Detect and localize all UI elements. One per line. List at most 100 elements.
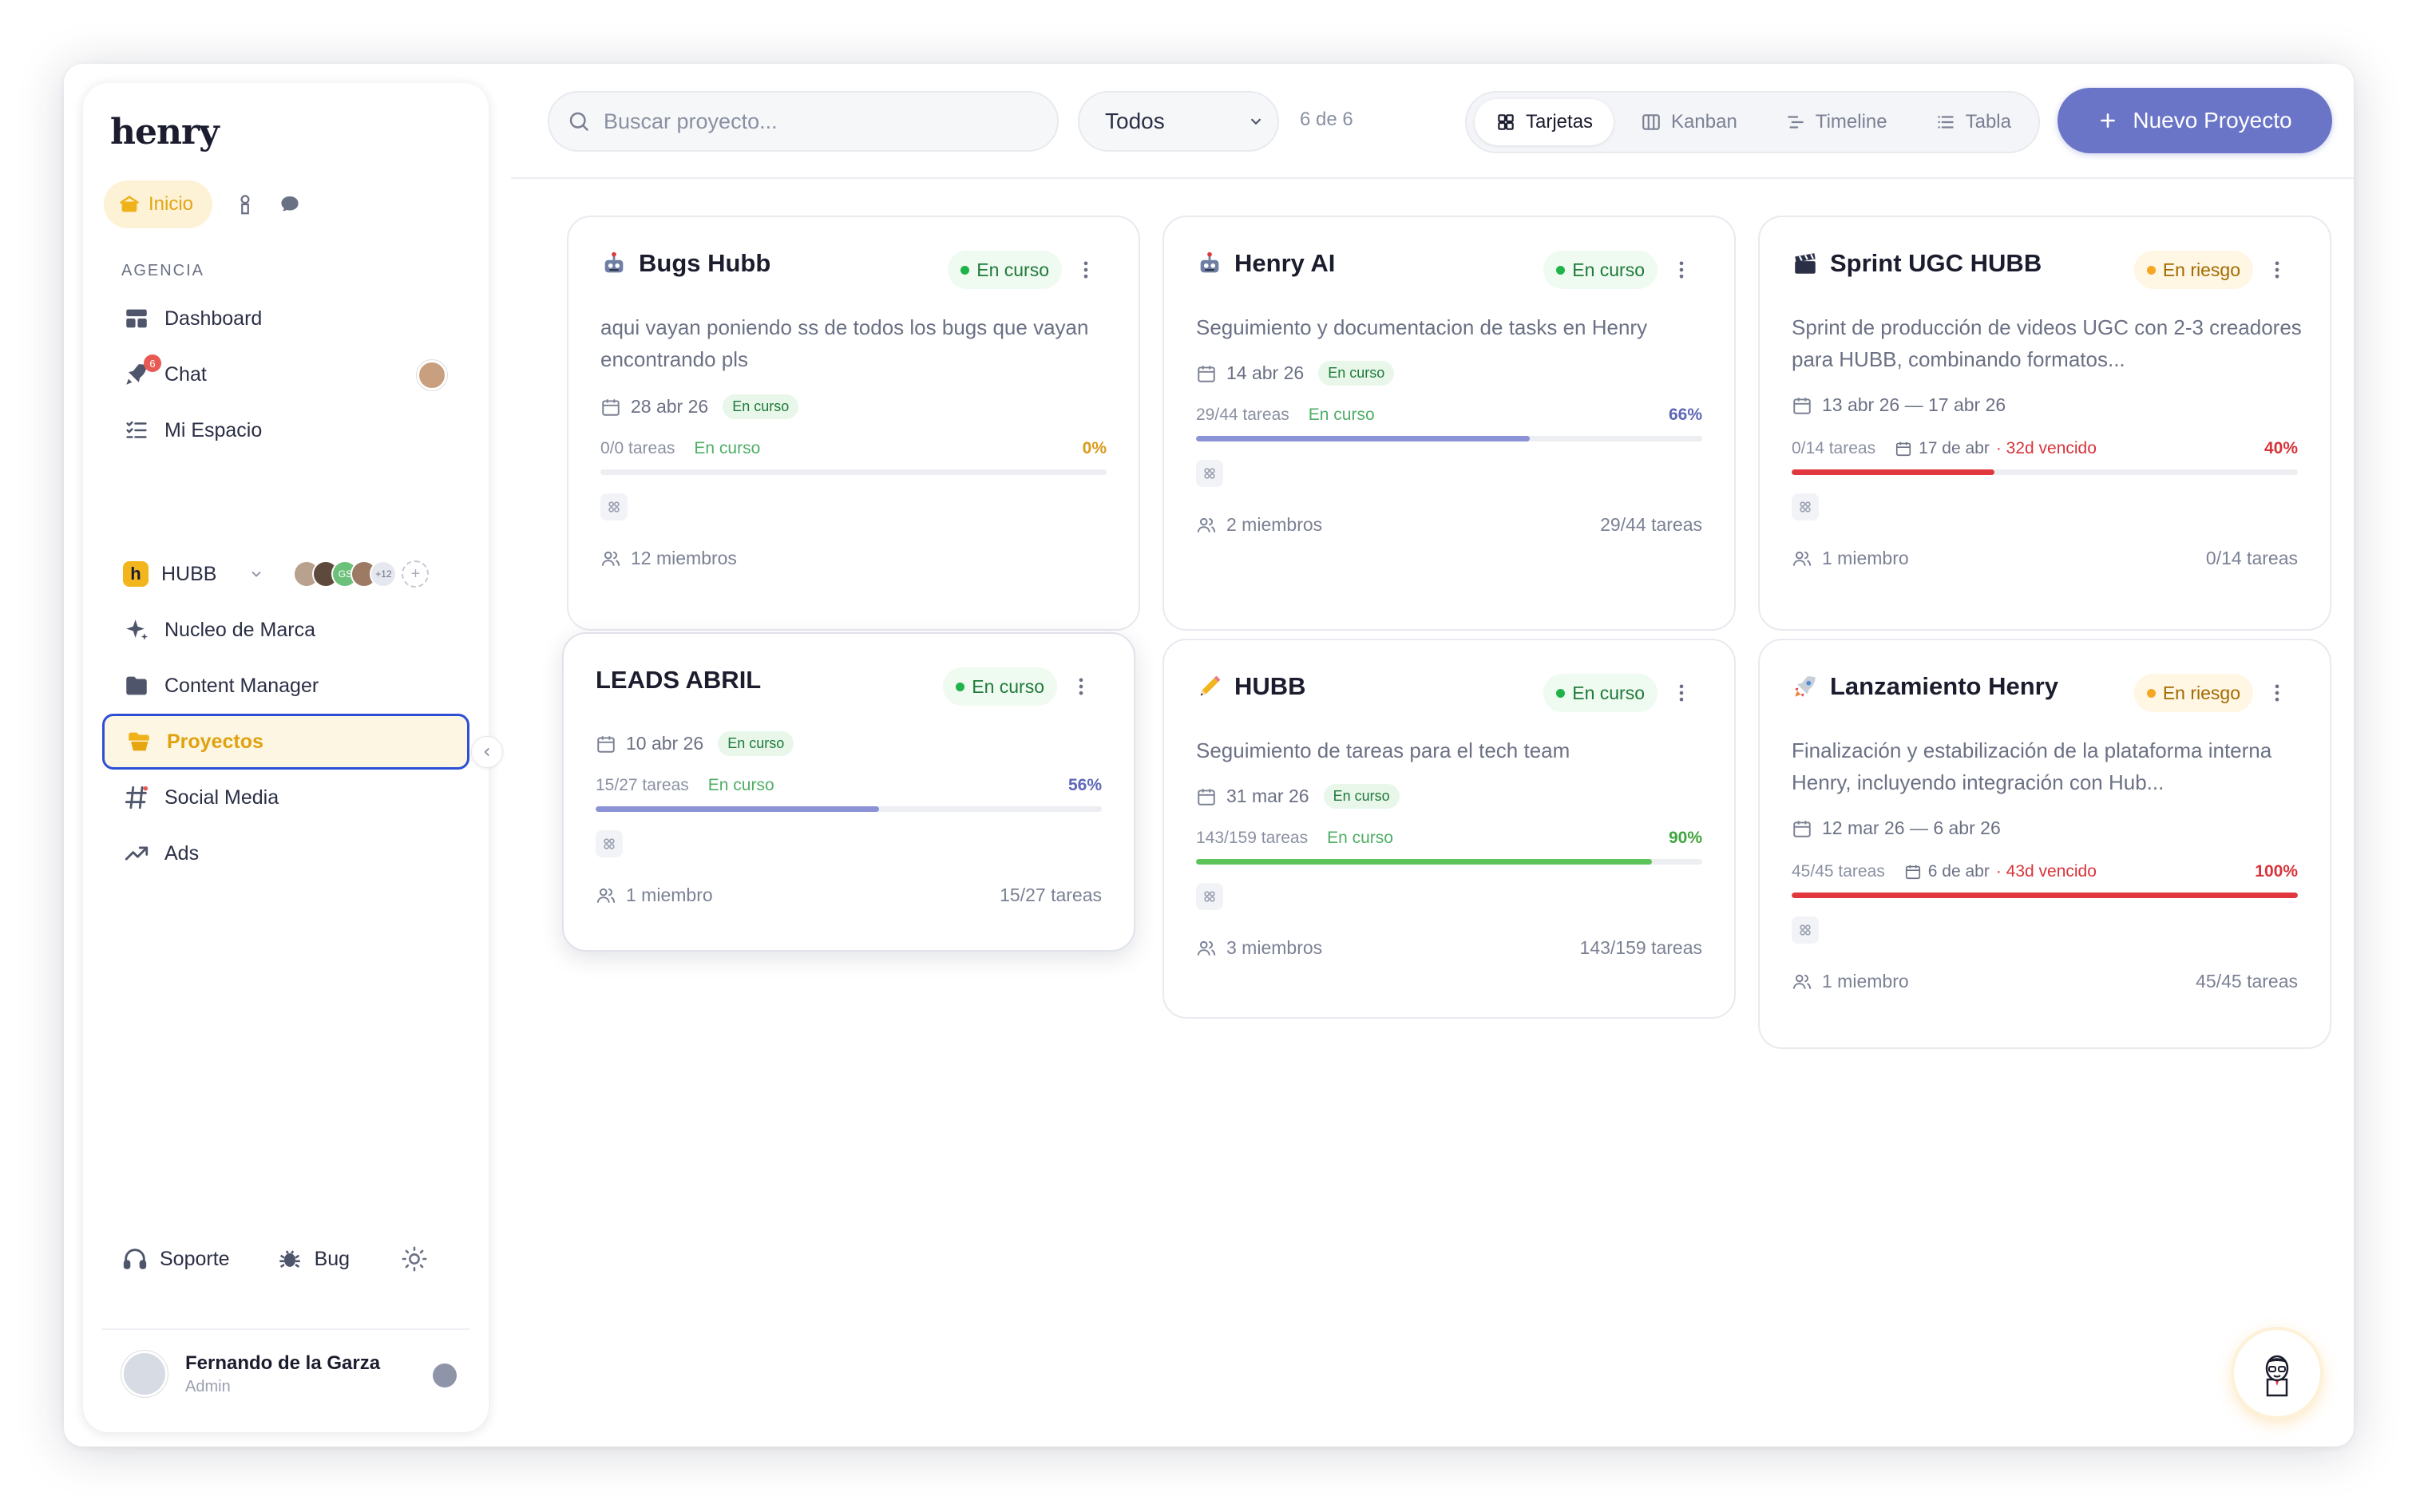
bug-report-link[interactable]: Bug xyxy=(276,1245,350,1273)
project-title: LEADS ABRIL xyxy=(596,666,761,695)
task-status: En curso xyxy=(707,776,774,794)
section-label-agency: AGENCIA xyxy=(121,262,205,279)
support-link[interactable]: Soporte xyxy=(121,1245,230,1273)
project-card[interactable]: Lanzamiento Henry En riesgo Finalización y… xyxy=(1758,639,2331,1049)
project-card[interactable]: LEADS ABRIL En curso 10 abr 26 En curso 15/2… xyxy=(562,632,1135,952)
project-title-text: Sprint UGC HUBB xyxy=(1830,249,2042,277)
due-date: 6 de abr · 43d vencido xyxy=(1904,862,2097,881)
nav-label: Mi Espacio xyxy=(164,418,263,441)
nav-label: Dashboard xyxy=(164,307,263,330)
workspace-logo: h xyxy=(123,561,149,587)
nav-item-chat[interactable]: 6 Chat xyxy=(102,346,469,402)
project-card[interactable]: Bugs Hubb En curso aqui vayan poniendo ss … xyxy=(567,216,1140,631)
progress-summary: 15/27 tareas En curso 56% xyxy=(596,776,1102,795)
tags-button[interactable] xyxy=(1792,916,1819,944)
progress-percent: 56% xyxy=(1067,776,1102,794)
nav-item-nucleo-de-marca[interactable]: Nucleo de Marca xyxy=(102,602,469,658)
plus-icon xyxy=(2101,113,2116,128)
project-dates: 31 mar 26 En curso xyxy=(1196,784,1400,809)
calendar-icon xyxy=(1896,441,1911,457)
home-button[interactable]: Inicio xyxy=(104,180,213,228)
card-footer: 12 miembros xyxy=(600,548,1107,569)
view-label: Timeline xyxy=(1815,111,1887,133)
project-card[interactable]: Sprint UGC HUBB En riesgo Sprint de produc… xyxy=(1758,216,2331,631)
view-label: Kanban xyxy=(1671,111,1737,133)
nav-item-social-media[interactable]: Social Media xyxy=(102,770,469,825)
progress-percent: 40% xyxy=(2264,439,2298,457)
progress-bar xyxy=(1196,436,1702,441)
card-footer: 1 miembro 0/14 tareas xyxy=(1792,548,2298,569)
nav-label: Proyectos xyxy=(167,730,263,753)
date-text: 12 mar 26 — 6 abr 26 xyxy=(1822,817,2001,838)
app-logo[interactable]: henry xyxy=(110,112,220,152)
date-text: 31 mar 26 xyxy=(1226,786,1309,806)
view-tab-tabla[interactable]: Tabla xyxy=(1915,99,2032,145)
more-options-icon[interactable] xyxy=(2266,259,2288,281)
sidebar-footer-links: Soporte Bug xyxy=(121,1245,428,1273)
nav-label: Chat xyxy=(164,362,207,386)
progress-bar-fill xyxy=(1196,436,1531,441)
search-input[interactable] xyxy=(604,109,1019,134)
workspace-switcher[interactable]: h HUBB GS +12 + xyxy=(102,546,469,602)
assistant-button[interactable] xyxy=(2234,1330,2320,1416)
member-count: 12 miembros xyxy=(631,548,737,568)
settings-dot-icon[interactable] xyxy=(433,1364,457,1387)
view-tab-timeline[interactable]: Timeline xyxy=(1764,99,1908,145)
checklist-icon xyxy=(126,421,147,438)
calendar-icon xyxy=(1198,365,1215,382)
new-project-button[interactable]: Nuevo Proyecto xyxy=(2058,88,2332,153)
more-options-icon[interactable] xyxy=(1070,675,1092,698)
tags-button[interactable] xyxy=(596,830,623,857)
project-dates: 12 mar 26 — 6 abr 26 xyxy=(1792,817,2001,839)
tags-button[interactable] xyxy=(1792,493,1819,520)
members-icon xyxy=(601,551,620,566)
more-options-icon[interactable] xyxy=(1670,682,1693,704)
date-text: 10 abr 26 xyxy=(626,733,704,754)
nav-item-content-manager[interactable]: Content Manager xyxy=(102,658,469,714)
project-description: Seguimiento y documentacion de tasks en … xyxy=(1196,315,1648,339)
project-card[interactable]: Henry AI En curso Seguimiento y documentac… xyxy=(1162,216,1736,631)
sun-icon[interactable] xyxy=(401,1245,428,1273)
nav-item-mi-espacio[interactable]: Mi Espacio xyxy=(102,402,469,458)
message-icon[interactable] xyxy=(278,192,302,216)
task-count: 143/159 tareas xyxy=(1196,829,1309,847)
person-icon[interactable] xyxy=(233,192,257,216)
tags-button[interactable] xyxy=(1196,883,1223,910)
more-options-icon[interactable] xyxy=(1075,259,1097,281)
sidebar: henry Inicio AGENCIA Dashboard 6 Chat Mi… xyxy=(83,83,489,1432)
project-dates: 14 abr 26 En curso xyxy=(1196,361,1395,386)
members-icon xyxy=(1197,940,1216,956)
tags-button[interactable] xyxy=(1196,460,1223,487)
view-label: Tabla xyxy=(1965,111,2011,133)
progress-bar-fill xyxy=(1792,893,2298,898)
more-members-count: +12 xyxy=(370,560,398,588)
footer-task-count: 45/45 tareas xyxy=(2196,971,2298,992)
nav-item-ads[interactable]: Ads xyxy=(102,825,469,881)
tags-icon xyxy=(1204,891,1215,902)
workspace-members[interactable]: GS +12 + xyxy=(293,560,430,588)
more-options-icon[interactable] xyxy=(2266,682,2288,704)
project-dates: 10 abr 26 En curso xyxy=(596,731,794,756)
home-icon xyxy=(120,196,139,212)
user-name: Fernando de la Garza xyxy=(185,1352,381,1374)
project-title-text: Bugs Hubb xyxy=(639,249,771,277)
member-count: 3 miembros xyxy=(1226,937,1323,958)
collapse-sidebar-button[interactable] xyxy=(471,736,503,768)
filter-value: Todos xyxy=(1105,109,1165,133)
tags-button[interactable] xyxy=(600,493,628,520)
nav-item-dashboard[interactable]: Dashboard xyxy=(102,291,469,346)
user-profile[interactable]: Fernando de la Garza Admin xyxy=(121,1351,457,1397)
member-count: 1 miembro xyxy=(626,885,713,905)
member-count: 2 miembros xyxy=(1226,514,1323,535)
view-tab-tarjetas[interactable]: Tarjetas xyxy=(1475,99,1614,145)
nav-item-proyectos[interactable]: Proyectos xyxy=(102,714,469,770)
more-options-icon[interactable] xyxy=(1670,259,1693,281)
project-description: Seguimiento de tareas para el tech team xyxy=(1196,738,1570,762)
project-card[interactable]: HUBB En curso Seguimiento de tareas para e… xyxy=(1162,639,1736,1019)
status-filter-select[interactable]: Todos xyxy=(1078,91,1279,152)
add-member-button[interactable]: + xyxy=(402,560,430,588)
view-tab-kanban[interactable]: Kanban xyxy=(1620,99,1758,145)
avatar xyxy=(121,1351,168,1397)
calendar-icon xyxy=(1793,820,1811,837)
grid-icon xyxy=(1498,114,1514,130)
